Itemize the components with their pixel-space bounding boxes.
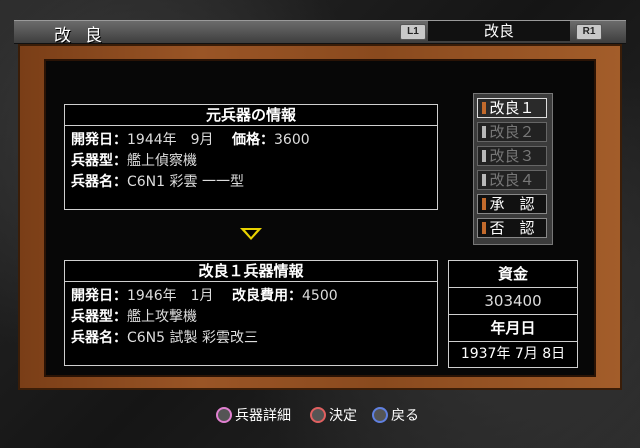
funds-panel: 資金 303400 年月日 1937年 7月 8日 xyxy=(448,260,578,368)
dev-date-label: 開発日： xyxy=(71,288,127,304)
circle-button-icon xyxy=(310,407,326,423)
menu-item-improve-2[interactable]: 改良２ xyxy=(477,122,547,142)
dev-date-value: 1944年 9月 xyxy=(127,132,214,148)
menu-marker-icon xyxy=(482,126,486,138)
hint-back[interactable]: 戻る xyxy=(372,406,419,426)
improvement-menu: 改良１ 改良２ 改良３ 改良４ 承 認 否 認 xyxy=(473,93,553,245)
original-dev-date-row: 開発日：1944年 9月 価格：3600 xyxy=(71,129,310,149)
improved-name-row: 兵器名：C6N5 試製 彩雲改三 xyxy=(71,327,258,347)
improved-type-row: 兵器型：艦上攻撃機 xyxy=(71,306,197,326)
type-value: 艦上攻撃機 xyxy=(127,309,197,325)
cost-label: 改良費用： xyxy=(232,288,302,304)
menu-item-label: 改良２ xyxy=(489,123,535,141)
hint-label: 戻る xyxy=(391,408,419,424)
hint-label: 決定 xyxy=(329,408,357,424)
name-label: 兵器名： xyxy=(71,174,127,190)
funds-value: 303400 xyxy=(449,288,577,315)
type-value: 艦上偵察機 xyxy=(127,153,197,169)
menu-item-label: 改良４ xyxy=(489,171,535,189)
menu-item-label: 否 認 xyxy=(489,219,535,237)
menu-item-improve-1[interactable]: 改良１ xyxy=(477,98,547,118)
price-label: 価格： xyxy=(232,132,274,148)
r1-button[interactable]: R1 xyxy=(576,24,602,40)
screen-title: 改良 xyxy=(54,26,116,46)
price-value: 3600 xyxy=(274,132,310,148)
date-label: 年月日 xyxy=(449,315,577,342)
hint-confirm[interactable]: 決定 xyxy=(310,406,357,426)
menu-item-label: 改良３ xyxy=(489,147,535,165)
menu-marker-icon xyxy=(482,150,486,162)
square-button-icon xyxy=(216,407,232,423)
cost-value: 4500 xyxy=(302,288,338,304)
hint-label: 兵器詳細 xyxy=(235,408,291,424)
funds-label: 資金 xyxy=(449,261,577,288)
date-value: 1937年 7月 8日 xyxy=(460,346,566,362)
original-name-row: 兵器名：C6N1 彩雲 一一型 xyxy=(71,171,244,191)
improved-weapon-panel: 改良１兵器情報 開発日：1946年 1月 改良費用：4500 兵器型：艦上攻撃機… xyxy=(64,260,438,366)
type-label: 兵器型： xyxy=(71,153,127,169)
menu-item-improve-4[interactable]: 改良４ xyxy=(477,170,547,190)
cross-button-icon xyxy=(372,407,388,423)
original-weapon-panel: 元兵器の情報 開発日：1944年 9月 価格：3600 兵器型：艦上偵察機 兵器… xyxy=(64,104,438,210)
menu-item-label: 承 認 xyxy=(489,195,535,213)
improved-dev-date-row: 開発日：1946年 1月 改良費用：4500 xyxy=(71,285,338,305)
hint-weapon-details[interactable]: 兵器詳細 xyxy=(216,406,291,426)
menu-item-improve-3[interactable]: 改良３ xyxy=(477,146,547,166)
original-heading: 元兵器の情報 xyxy=(65,105,437,126)
name-label: 兵器名： xyxy=(71,330,127,346)
down-arrow-icon-inner xyxy=(245,230,257,237)
menu-marker-icon xyxy=(482,222,486,234)
name-value: C6N5 試製 彩雲改三 xyxy=(127,330,258,346)
improved-heading: 改良１兵器情報 xyxy=(65,261,437,282)
type-label: 兵器型： xyxy=(71,309,127,325)
approve-button[interactable]: 承 認 xyxy=(477,194,547,214)
menu-marker-icon xyxy=(482,102,486,114)
dev-date-value: 1946年 1月 xyxy=(127,288,214,304)
dev-date-label: 開発日： xyxy=(71,132,127,148)
l1-button[interactable]: L1 xyxy=(400,24,426,40)
tab-label: 改良 xyxy=(428,21,570,41)
menu-marker-icon xyxy=(482,174,486,186)
menu-marker-icon xyxy=(482,198,486,210)
original-type-row: 兵器型：艦上偵察機 xyxy=(71,150,197,170)
reject-button[interactable]: 否 認 xyxy=(477,218,547,238)
name-value: C6N1 彩雲 一一型 xyxy=(127,174,244,190)
menu-item-label: 改良１ xyxy=(489,99,535,117)
